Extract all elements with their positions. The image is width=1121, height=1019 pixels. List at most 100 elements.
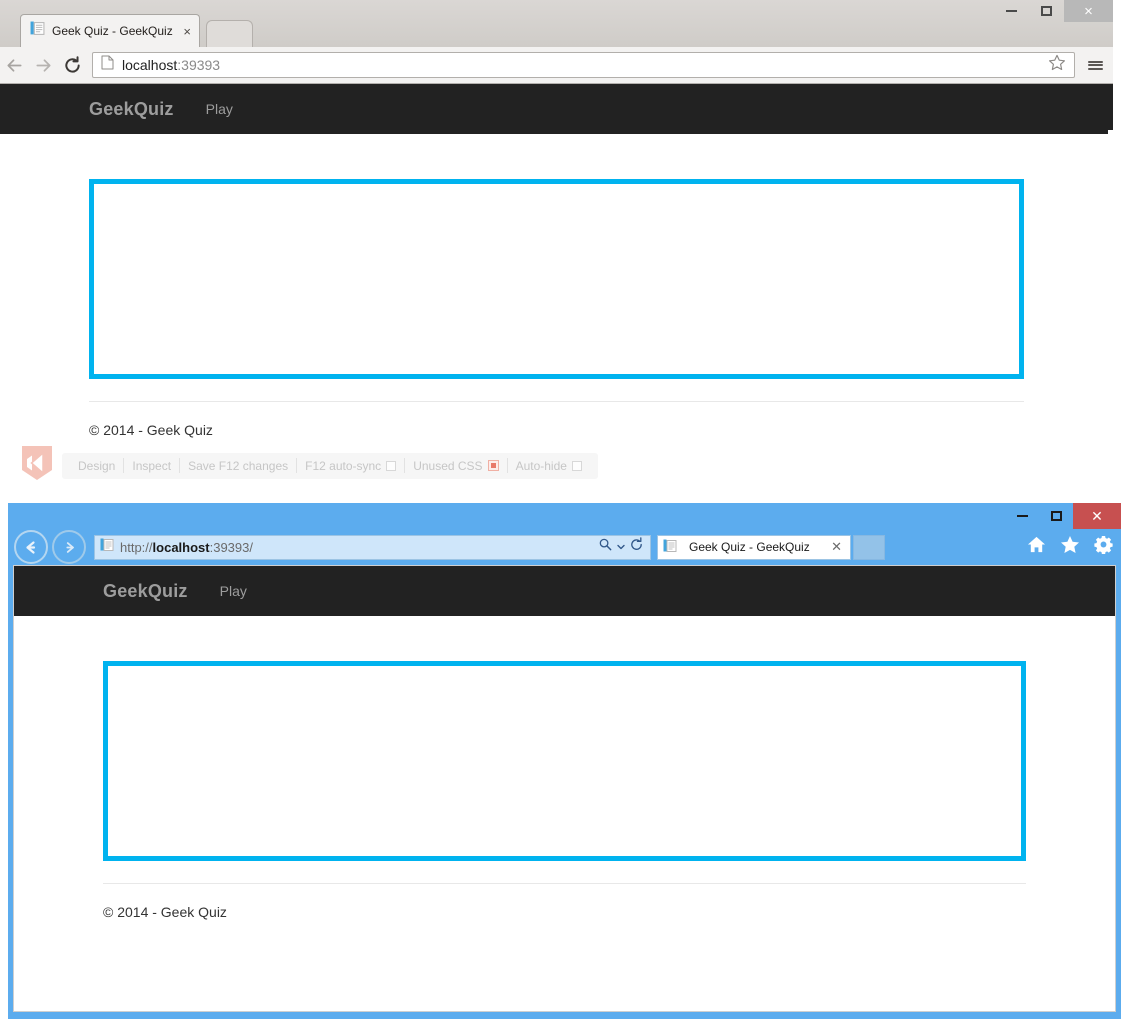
navbar-link-play[interactable]: Play bbox=[206, 101, 233, 117]
geekquiz-page-background bbox=[1108, 130, 1121, 503]
page-favicon bbox=[663, 539, 677, 556]
browser-link-auto-hide-toggle[interactable]: Auto-hide bbox=[508, 459, 590, 473]
search-icon[interactable] bbox=[598, 537, 613, 557]
ie-url-rest: :39393/ bbox=[209, 539, 253, 555]
maximize-icon bbox=[1041, 6, 1052, 16]
label: Auto-hide bbox=[515, 458, 567, 473]
chrome-menu-button[interactable] bbox=[1081, 59, 1109, 71]
hamburger-menu-icon bbox=[1087, 59, 1103, 71]
page-favicon bbox=[100, 538, 114, 557]
minimize-icon bbox=[1016, 515, 1028, 517]
ie-tool-icons bbox=[1027, 535, 1113, 559]
chrome-window: × Geek Quiz - GeekQuiz × localhost:39393… bbox=[0, 0, 1113, 495]
ie-maximize-button[interactable] bbox=[1039, 503, 1073, 529]
forward-button[interactable] bbox=[29, 56, 58, 75]
screenshot-root: ✕ http://localhost:39393/ Geek Quiz - Ge… bbox=[0, 0, 1121, 1019]
ie-address-actions bbox=[598, 537, 644, 557]
ie-url-host: localhost bbox=[152, 539, 210, 555]
ie-minimize-button[interactable] bbox=[1005, 503, 1039, 529]
home-icon[interactable] bbox=[1027, 535, 1046, 559]
hero-box bbox=[89, 179, 1024, 379]
reload-button[interactable] bbox=[58, 55, 87, 75]
page-body: © 2014 - Geek Quiz bbox=[0, 179, 1113, 440]
browser-link-bar: Design Inspect Save F12 changes F12 auto… bbox=[20, 444, 598, 487]
arrow-left-icon bbox=[25, 540, 35, 554]
ie-url-scheme: http:// bbox=[120, 539, 153, 555]
chrome-close-button[interactable]: × bbox=[1064, 0, 1113, 22]
record-icon[interactable] bbox=[487, 460, 499, 471]
browser-link-toolbar: Design Inspect Save F12 changes F12 auto… bbox=[62, 452, 598, 479]
hero-box bbox=[103, 661, 1026, 861]
maximize-icon bbox=[1050, 511, 1062, 521]
chrome-tab-strip: × Geek Quiz - GeekQuiz × bbox=[0, 0, 1113, 47]
navbar-brand[interactable]: GeekQuiz bbox=[89, 99, 174, 120]
ie-url-text: http://localhost:39393/ bbox=[120, 540, 253, 555]
star-icon[interactable] bbox=[1060, 535, 1080, 559]
ie-window-edge-sliver bbox=[1108, 130, 1121, 503]
close-icon[interactable]: ✕ bbox=[831, 539, 842, 555]
gear-icon[interactable] bbox=[1094, 535, 1113, 559]
label: F12 auto-sync bbox=[305, 458, 382, 473]
ie-close-button[interactable]: ✕ bbox=[1073, 503, 1121, 529]
page-body: © 2014 - Geek Quiz bbox=[14, 661, 1115, 922]
close-icon: × bbox=[1084, 2, 1093, 20]
visual-studio-icon[interactable] bbox=[20, 444, 54, 487]
checkbox-icon[interactable] bbox=[571, 460, 582, 471]
browser-link-f12-auto-sync-toggle[interactable]: F12 auto-sync bbox=[297, 459, 404, 473]
checkbox-icon[interactable] bbox=[386, 460, 397, 471]
ie-forward-button[interactable] bbox=[52, 530, 86, 564]
ie-window-controls: ✕ bbox=[1005, 503, 1121, 529]
navbar-link-play[interactable]: Play bbox=[220, 583, 247, 599]
label: Save F12 changes bbox=[188, 458, 289, 473]
arrow-left-icon bbox=[7, 58, 22, 72]
site-navbar: GeekQuiz Play bbox=[0, 84, 1113, 134]
label: Unused CSS bbox=[413, 458, 483, 473]
chrome-new-tab-button[interactable] bbox=[206, 20, 253, 47]
page-favicon bbox=[30, 21, 45, 41]
footer-copyright: © 2014 - Geek Quiz bbox=[103, 904, 227, 920]
chevron-down-icon[interactable] bbox=[617, 538, 625, 556]
ie-window-edge-content bbox=[1108, 130, 1121, 503]
minimize-icon bbox=[1006, 10, 1017, 12]
address-bar[interactable]: localhost:39393 bbox=[92, 52, 1075, 78]
back-button[interactable] bbox=[0, 56, 29, 75]
page-footer: © 2014 - Geek Quiz bbox=[89, 401, 1024, 440]
url-host: localhost bbox=[122, 57, 178, 73]
ie-new-tab-button[interactable] bbox=[853, 534, 885, 560]
close-icon[interactable]: × bbox=[183, 25, 191, 38]
ie-navigation-row: http://localhost:39393/ Geek Quiz - Geek… bbox=[8, 529, 1121, 565]
chrome-maximize-button[interactable] bbox=[1029, 0, 1064, 22]
internet-explorer-window: ✕ http://localhost:39393/ Geek Quiz - Ge… bbox=[8, 503, 1121, 1019]
url-text: localhost:39393 bbox=[122, 57, 220, 73]
label: Inspect bbox=[132, 458, 172, 473]
bookmark-star-icon[interactable] bbox=[1048, 54, 1066, 76]
chrome-toolbar: localhost:39393 bbox=[0, 47, 1113, 84]
ie-page-viewport: GeekQuiz Play © 2014 - Geek Quiz bbox=[13, 565, 1116, 1012]
browser-link-design-button[interactable]: Design bbox=[70, 459, 123, 473]
refresh-icon[interactable] bbox=[629, 537, 644, 557]
browser-link-unused-css-toggle[interactable]: Unused CSS bbox=[405, 459, 506, 473]
reload-icon bbox=[65, 55, 80, 73]
chrome-tab[interactable]: Geek Quiz - GeekQuiz × bbox=[20, 14, 200, 47]
browser-link-save-f12-changes-button[interactable]: Save F12 changes bbox=[180, 459, 296, 473]
arrow-right-icon bbox=[36, 58, 51, 72]
navbar-brand[interactable]: GeekQuiz bbox=[103, 581, 188, 602]
geekquiz-page-chrome: GeekQuiz Play © 2014 - Geek Quiz Design … bbox=[0, 84, 1113, 495]
label: Design bbox=[78, 458, 116, 473]
ie-address-bar[interactable]: http://localhost:39393/ bbox=[94, 534, 651, 560]
page-footer: © 2014 - Geek Quiz bbox=[103, 883, 1026, 922]
footer-copyright: © 2014 - Geek Quiz bbox=[89, 422, 213, 438]
site-navbar: GeekQuiz Play bbox=[14, 566, 1115, 616]
browser-link-inspect-button[interactable]: Inspect bbox=[124, 459, 179, 473]
ie-tab[interactable]: Geek Quiz - GeekQuiz ✕ bbox=[657, 534, 851, 560]
arrow-right-icon bbox=[65, 541, 74, 553]
page-body bbox=[1108, 165, 1121, 408]
chrome-tab-title: Geek Quiz - GeekQuiz bbox=[52, 24, 173, 38]
chrome-window-controls: × bbox=[994, 0, 1113, 22]
ie-back-button[interactable] bbox=[14, 530, 48, 564]
document-icon bbox=[101, 55, 114, 75]
ie-tab-title: Geek Quiz - GeekQuiz bbox=[689, 540, 810, 554]
close-icon: ✕ bbox=[1091, 508, 1103, 524]
geekquiz-page-ie: GeekQuiz Play © 2014 - Geek Quiz bbox=[14, 566, 1115, 1011]
chrome-minimize-button[interactable] bbox=[994, 0, 1029, 22]
